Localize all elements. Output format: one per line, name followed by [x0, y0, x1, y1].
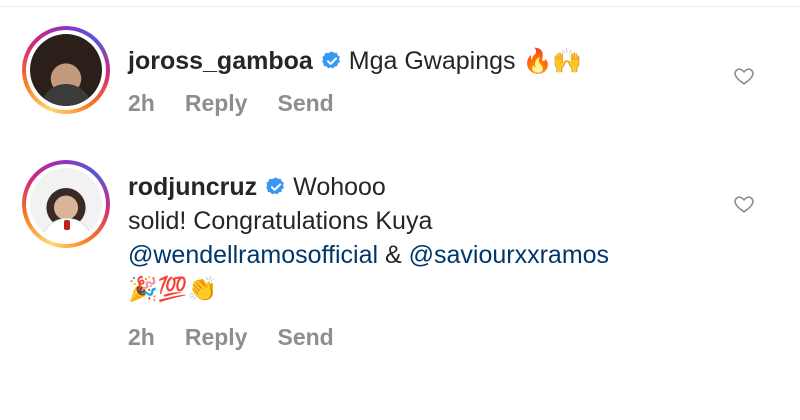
comment-text: Mga Gwapings: [348, 47, 516, 75]
ampersand: &: [384, 241, 402, 269]
verified-badge-icon: [266, 177, 285, 195]
timestamp: 2h: [128, 324, 155, 350]
divider: [0, 6, 800, 7]
comment-text: solid! Congratulations Kuya: [128, 207, 433, 235]
comment-line: joross_gamboa Mga Gwapings 🔥🙌: [128, 44, 582, 79]
avatar-shirt: [40, 84, 92, 106]
heart-icon[interactable]: [733, 193, 755, 215]
heart-icon[interactable]: [733, 65, 755, 87]
comment-emojis: 🔥🙌: [522, 48, 583, 75]
send-button[interactable]: Send: [277, 90, 333, 116]
avatar: [30, 168, 102, 240]
username[interactable]: rodjuncruz: [128, 173, 257, 201]
comment-text: Wohooo: [293, 173, 386, 201]
send-button[interactable]: Send: [277, 324, 333, 350]
avatar-story-ring[interactable]: [22, 160, 110, 248]
comment-mentions: @wendellramosofficial & @saviourxxramos: [128, 238, 609, 272]
avatar-bowtie: [64, 220, 70, 230]
avatar-story-ring[interactable]: [22, 26, 110, 114]
timestamp: 2h: [128, 90, 155, 116]
verified-badge-icon: [321, 51, 340, 69]
reply-button[interactable]: Reply: [185, 324, 248, 350]
comment-meta: 2h Reply Send: [128, 90, 364, 117]
comment-line: rodjuncruz Wohooo: [128, 170, 386, 204]
mention-link[interactable]: @wendellramosofficial: [128, 241, 378, 269]
mention-link[interactable]: @saviourxxramos: [409, 241, 609, 269]
reply-button[interactable]: Reply: [185, 90, 248, 116]
emoji-sequence: 🎉💯👏: [128, 276, 218, 303]
username[interactable]: joross_gamboa: [128, 47, 313, 75]
avatar: [30, 34, 102, 106]
comment-meta: 2h Reply Send: [128, 324, 364, 351]
comment-emojis: 🎉💯👏: [128, 272, 218, 307]
avatar-border: [26, 164, 106, 244]
avatar-border: [26, 30, 106, 110]
